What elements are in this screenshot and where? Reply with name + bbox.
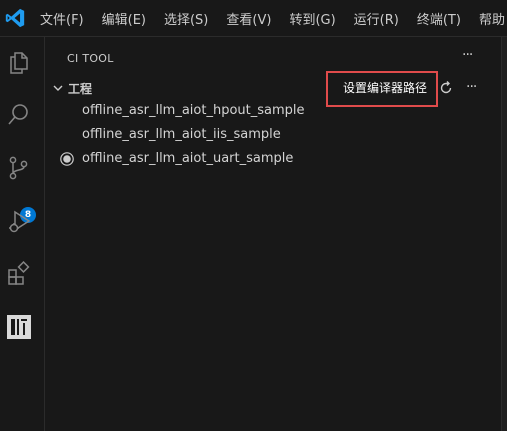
ci-tool-sidebar: CI TOOL ··· 工程 设置编译器路径 ··· offline_asr_l… xyxy=(45,37,501,431)
menu-help[interactable]: 帮助 xyxy=(479,9,505,28)
files-icon[interactable] xyxy=(6,49,32,75)
panel-title: CI TOOL xyxy=(67,52,114,65)
refresh-icon[interactable] xyxy=(438,80,454,96)
chevron-down-icon[interactable] xyxy=(52,82,64,94)
project-label: offline_asr_llm_aiot_iis_sample xyxy=(82,127,281,142)
menu-selection[interactable]: 选择(S) xyxy=(164,9,208,28)
menu-bar: 文件(F) 编辑(E) 选择(S) 查看(V) 转到(G) 运行(R) 终端(T… xyxy=(40,0,507,37)
project-label: offline_asr_llm_aiot_uart_sample xyxy=(82,151,294,166)
menu-file[interactable]: 文件(F) xyxy=(40,9,84,28)
menu-run[interactable]: 运行(R) xyxy=(354,9,399,28)
project-item[interactable]: offline_asr_llm_aiot_hpout_sample xyxy=(45,101,501,123)
vscode-logo-icon xyxy=(5,8,25,28)
project-item-selected[interactable]: offline_asr_llm_aiot_uart_sample xyxy=(45,149,501,171)
activity-bar: 8 xyxy=(0,37,45,431)
menu-terminal[interactable]: 终端(T) xyxy=(417,9,461,28)
set-compiler-path-button[interactable]: 设置编译器路径 xyxy=(343,79,427,96)
project-item[interactable]: offline_asr_llm_aiot_iis_sample xyxy=(45,125,501,147)
source-control-icon[interactable] xyxy=(6,155,32,181)
menu-view[interactable]: 查看(V) xyxy=(226,9,271,28)
project-label: offline_asr_llm_aiot_hpout_sample xyxy=(82,103,305,118)
editor-area-edge xyxy=(501,37,507,431)
menu-go[interactable]: 转到(G) xyxy=(289,9,335,28)
section-title: 工程 xyxy=(68,82,93,96)
menu-edit[interactable]: 编辑(E) xyxy=(102,9,146,28)
ci-tool-icon[interactable] xyxy=(6,314,32,340)
title-bar: 文件(F) 编辑(E) 选择(S) 查看(V) 转到(G) 运行(R) 终端(T… xyxy=(0,0,507,37)
run-debug-icon[interactable] xyxy=(6,209,32,235)
extensions-icon[interactable] xyxy=(6,261,32,287)
radio-selected-icon xyxy=(60,152,74,166)
section-more-actions-icon[interactable]: ··· xyxy=(466,79,477,95)
panel-more-actions-icon[interactable]: ··· xyxy=(462,47,473,63)
search-icon[interactable] xyxy=(6,101,32,127)
